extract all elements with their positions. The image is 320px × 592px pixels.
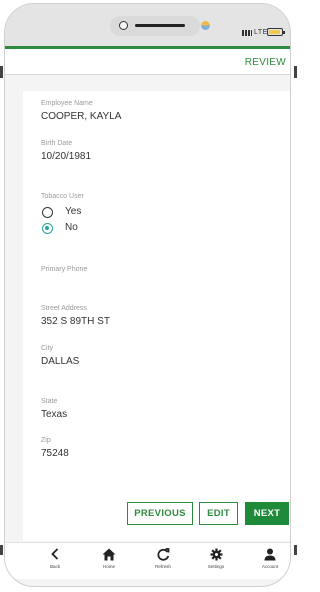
state-value: Texas xyxy=(41,409,68,420)
tobacco-no-radio[interactable] xyxy=(42,223,53,234)
nav-account-label: Account xyxy=(261,564,279,569)
sensor-icon xyxy=(201,21,210,30)
edit-button[interactable]: EDIT xyxy=(199,502,238,525)
speaker-icon xyxy=(135,24,185,27)
state-label: State xyxy=(41,398,58,405)
tobacco-no-label: No xyxy=(65,222,78,233)
signal-indicator: LTE xyxy=(242,29,268,36)
birth-date-label: Birth Date xyxy=(41,140,73,147)
city-value: DALLAS xyxy=(41,356,80,367)
tobacco-yes-label: Yes xyxy=(65,206,82,217)
previous-button[interactable]: PREVIOUS xyxy=(127,502,193,525)
phone-side-button xyxy=(0,545,3,555)
city-label: City xyxy=(41,345,54,352)
zip-label: Zip xyxy=(41,437,51,444)
nav-back-label: Back xyxy=(49,564,60,569)
network-type: LTE xyxy=(254,29,268,36)
next-button[interactable]: NEXT xyxy=(245,502,289,525)
refresh-icon xyxy=(143,547,183,561)
employee-name-value: COOPER, KAYLA xyxy=(41,111,122,122)
nav-back[interactable]: Back xyxy=(35,547,75,569)
signal-bars-icon xyxy=(242,30,252,36)
tobacco-yes-radio[interactable] xyxy=(42,207,53,218)
nav-settings-label: Settings xyxy=(207,564,225,569)
birth-date-value: 10/20/1981 xyxy=(41,151,92,162)
street-address-value: 352 S 89TH ST xyxy=(41,316,110,327)
phone-side-button xyxy=(0,66,3,78)
nav-home[interactable]: Home xyxy=(89,547,129,569)
zip-value: 75248 xyxy=(41,448,69,459)
primary-phone-label: Primary Phone xyxy=(41,266,88,273)
phone-frame: LTE REVIEW Employee Name COOPER, KAYLA B… xyxy=(4,3,291,587)
person-icon xyxy=(250,547,290,561)
tobacco-user-label: Tobacco User xyxy=(41,193,84,200)
phone-side-button xyxy=(294,66,297,78)
nav-refresh[interactable]: Refresh xyxy=(143,547,183,569)
street-address-label: Street Address xyxy=(41,305,87,312)
nav-settings[interactable]: Settings xyxy=(196,547,236,569)
gear-icon xyxy=(196,547,236,561)
status-bar: LTE xyxy=(5,4,290,46)
app-bar: REVIEW xyxy=(5,49,290,75)
camera-icon xyxy=(119,21,128,30)
nav-account[interactable]: Account xyxy=(250,547,290,569)
nav-home-label: Home xyxy=(102,564,115,569)
bottom-nav: Back Home Refresh Settings Account xyxy=(5,542,290,579)
employee-name-label: Employee Name xyxy=(41,100,93,107)
chevron-left-icon xyxy=(35,547,75,561)
home-icon xyxy=(89,547,129,561)
nav-refresh-label: Refresh xyxy=(155,564,171,569)
review-card: Employee Name COOPER, KAYLA Birth Date 1… xyxy=(23,91,290,541)
battery-icon xyxy=(267,28,285,36)
review-link[interactable]: REVIEW xyxy=(245,57,286,68)
phone-side-button xyxy=(294,545,297,555)
